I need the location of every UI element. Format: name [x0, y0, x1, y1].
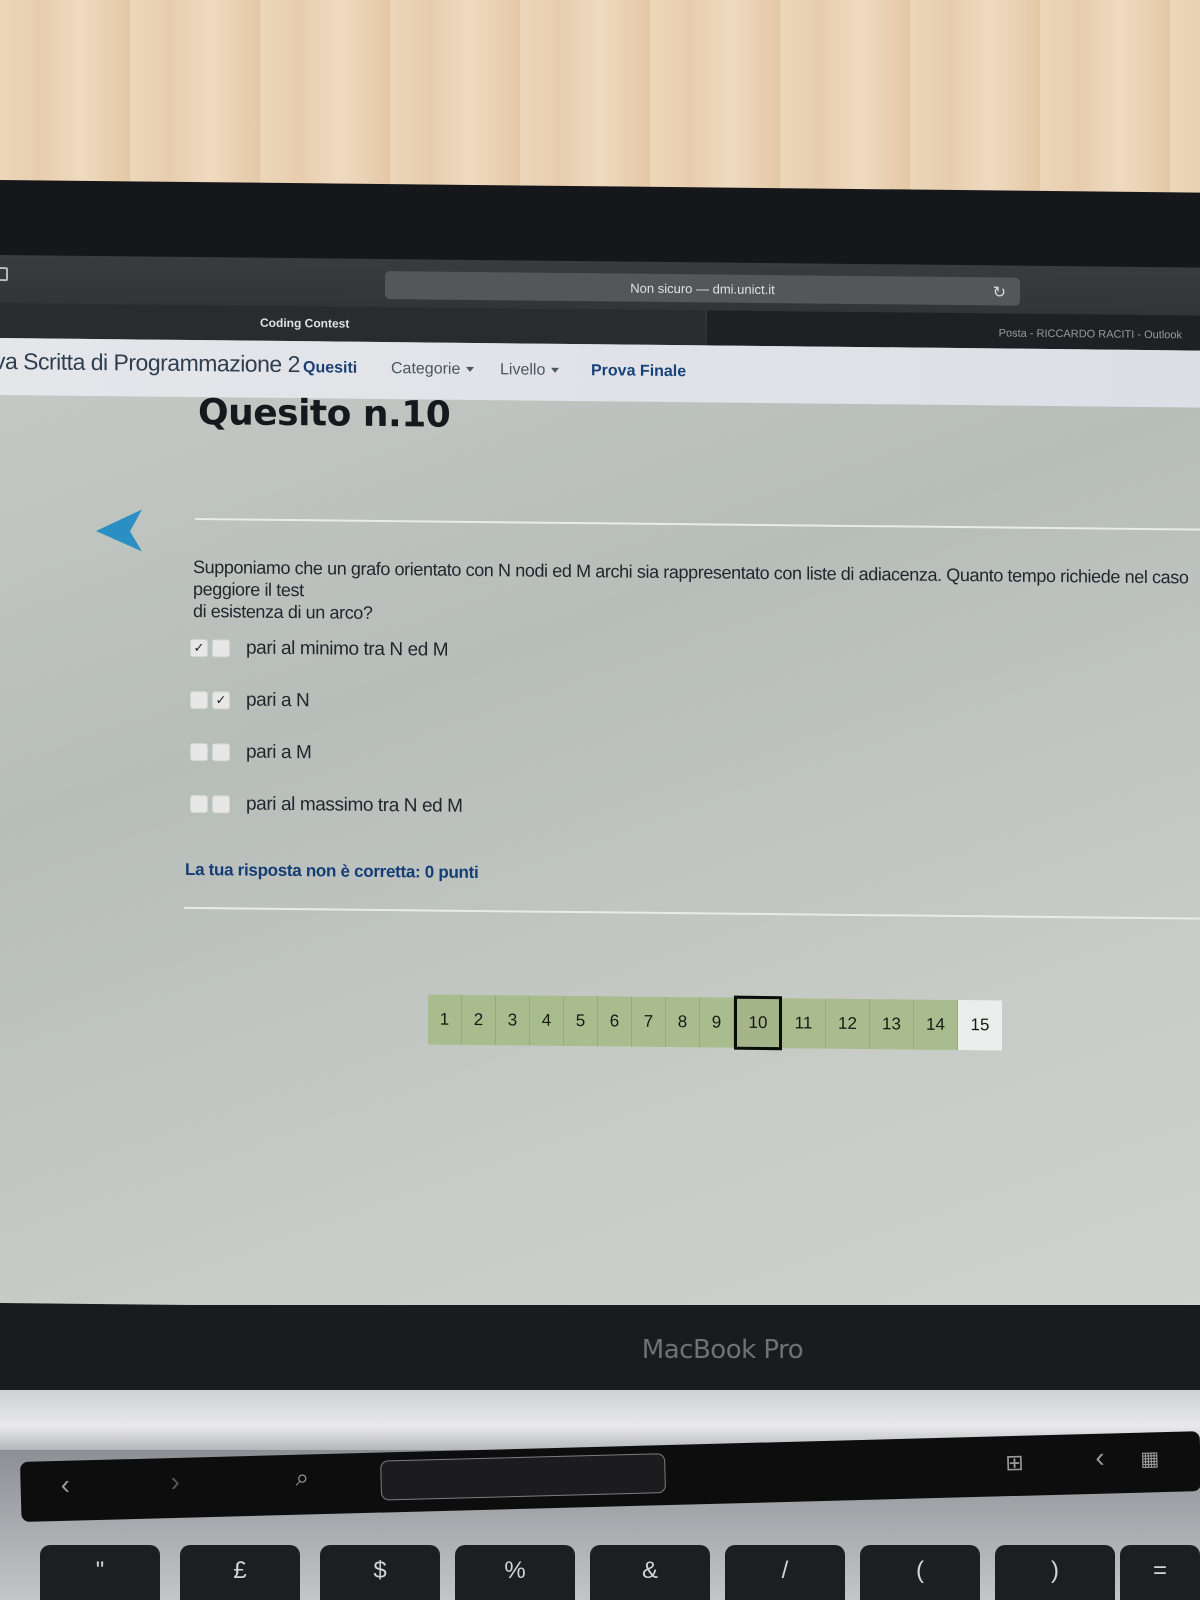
background-wall: [0, 0, 1200, 200]
answer-feedback: La tua risposta non è corretta: 0 punti: [185, 859, 479, 883]
page-button[interactable]: 13: [870, 999, 914, 1050]
answer-checkbox[interactable]: [190, 690, 208, 710]
tab-label: Posta - RICCARDO RACITI - Outlook: [998, 327, 1182, 342]
keyboard-key: =: [1120, 1545, 1200, 1600]
device-brand-label: MacBook Pro: [641, 1335, 804, 1365]
nav-livello-label: Livello: [500, 361, 546, 379]
new-tab-icon[interactable]: ⊞: [1005, 1450, 1024, 1476]
touch-bar-field[interactable]: [380, 1453, 667, 1501]
address-text: Non sicuro — dmi.unict.it: [630, 280, 775, 298]
page-button[interactable]: 7: [632, 996, 666, 1047]
correct-checkbox: [212, 743, 230, 762]
page-button[interactable]: 8: [666, 996, 700, 1048]
back-arrow-icon[interactable]: [94, 507, 144, 554]
forward-chevron-icon[interactable]: ›: [170, 1466, 180, 1498]
keyboard-key: /: [725, 1545, 845, 1600]
web-page: va Scritta di Programmazione 2 Quesiti C…: [0, 338, 1200, 1316]
page-button[interactable]: 14: [914, 999, 958, 1051]
question-pagination: 1 2 3 4 5 6 7 8 9 10 11 12 13 14 15: [428, 994, 1002, 1051]
option-label: pari a M: [246, 741, 312, 764]
tab-label: Coding Contest: [260, 315, 350, 331]
page-title: Quesito n.10: [198, 392, 451, 436]
address-bar[interactable]: Non sicuro — dmi.unict.it ↻: [385, 271, 1020, 306]
correct-checkbox: ✓: [212, 691, 230, 710]
page-button[interactable]: 15: [958, 1000, 1002, 1051]
nav-livello[interactable]: Livello: [500, 361, 560, 380]
page-button[interactable]: 6: [598, 996, 632, 1047]
correct-checkbox: [212, 795, 230, 814]
nav-prova-finale[interactable]: Prova Finale: [591, 362, 686, 381]
answer-checkbox[interactable]: [190, 742, 208, 762]
correct-checkbox: [212, 639, 230, 658]
keyboard-key: &: [590, 1545, 710, 1600]
keyboard-key: %: [455, 1545, 575, 1600]
search-icon[interactable]: ⌕: [295, 1464, 309, 1492]
page-button[interactable]: 4: [530, 995, 564, 1046]
question-text: Supponiamo che un grafo orientato con N …: [193, 556, 1200, 633]
answer-option[interactable]: ✓ pari a N: [190, 687, 309, 714]
chevron-left-icon[interactable]: ‹: [1095, 1442, 1105, 1474]
window-control-icon[interactable]: [0, 266, 8, 282]
option-label: pari al minimo tra N ed M: [246, 637, 449, 661]
page-button-current[interactable]: 10: [734, 995, 782, 1051]
answer-option[interactable]: ✓ pari al minimo tra N ed M: [190, 635, 448, 664]
answer-checkbox[interactable]: [190, 794, 208, 814]
page-button[interactable]: 11: [782, 998, 826, 1049]
option-label: pari al massimo tra N ed M: [246, 793, 463, 817]
grid-icon[interactable]: ▦: [1140, 1446, 1160, 1471]
back-chevron-icon[interactable]: ‹: [60, 1469, 70, 1501]
divider: [184, 906, 1200, 920]
answer-option[interactable]: pari a M: [190, 739, 311, 766]
page-button[interactable]: 9: [700, 997, 734, 1048]
divider: [195, 518, 1200, 531]
nav-categorie-label: Categorie: [391, 360, 461, 378]
site-title[interactable]: va Scritta di Programmazione 2: [0, 348, 300, 378]
page-button[interactable]: 5: [564, 995, 598, 1047]
site-navbar: va Scritta di Programmazione 2 Quesiti C…: [0, 338, 1200, 408]
reload-icon[interactable]: ↻: [993, 282, 1006, 302]
page-button[interactable]: 1: [428, 994, 462, 1045]
keyboard-key: ": [40, 1545, 160, 1600]
chevron-down-icon: [466, 367, 475, 373]
page-button[interactable]: 2: [462, 994, 496, 1046]
page-button[interactable]: 12: [826, 998, 870, 1050]
option-label: pari a N: [246, 689, 310, 712]
nav-quesiti[interactable]: Quesiti: [303, 359, 357, 378]
page-button[interactable]: 3: [496, 995, 530, 1046]
chevron-down-icon: [551, 368, 560, 374]
answer-checkbox[interactable]: ✓: [190, 638, 208, 658]
nav-categorie[interactable]: Categorie: [391, 360, 475, 379]
answer-option[interactable]: pari al massimo tra N ed M: [190, 791, 463, 820]
keyboard-key: ): [995, 1545, 1115, 1600]
keyboard-key: $: [320, 1545, 440, 1600]
browser-toolbar: Non sicuro — dmi.unict.it ↻ Coding Conte…: [0, 255, 1200, 353]
keyboard-key: £: [180, 1545, 300, 1600]
keyboard-key: (: [860, 1545, 980, 1600]
